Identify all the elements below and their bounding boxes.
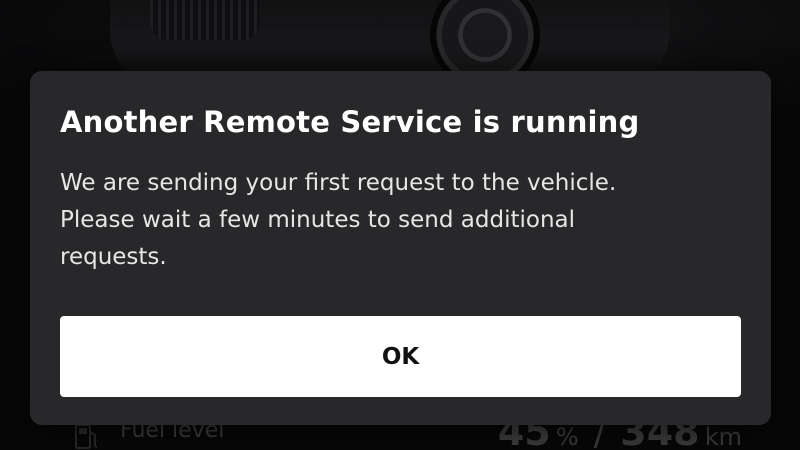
remote-service-dialog: Another Remote Service is running We are… — [30, 71, 771, 425]
remote-service-screen: Fuel level 45 % / 348 km Another Remote … — [0, 0, 800, 450]
dialog-title: Another Remote Service is running — [60, 105, 640, 139]
ok-button[interactable]: OK — [60, 316, 741, 397]
dialog-message: We are sending your first request to the… — [60, 170, 617, 270]
